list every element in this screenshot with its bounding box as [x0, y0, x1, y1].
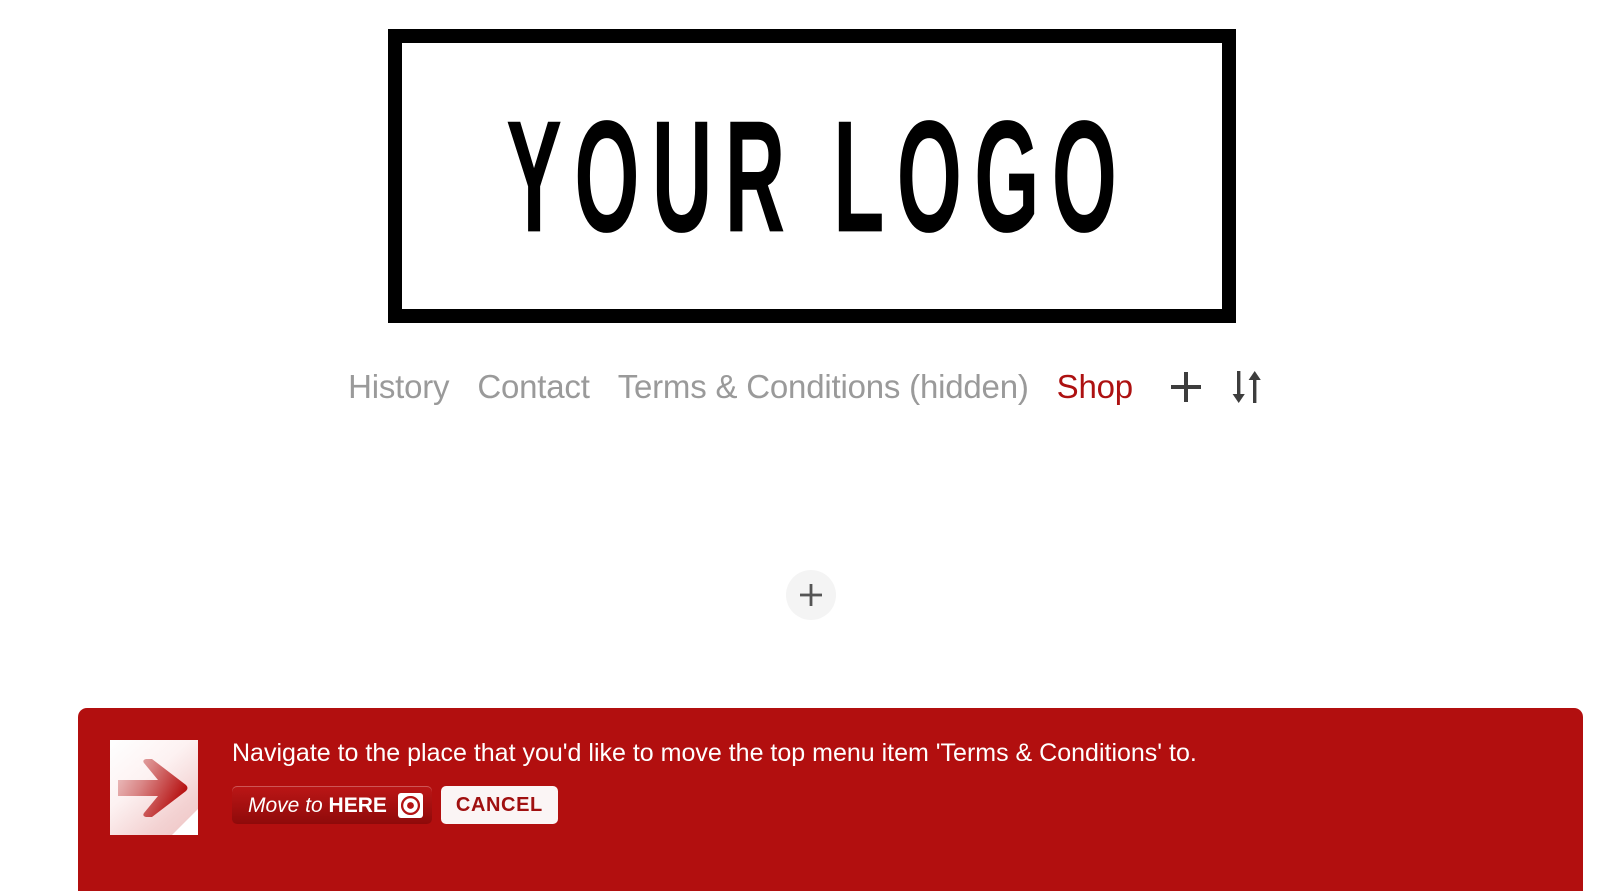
top-navigation: History Contact Terms & Conditions (hidd…: [0, 362, 1605, 412]
arrow-right-icon: [118, 759, 188, 817]
sort-up-down-icon[interactable]: [1225, 362, 1271, 412]
nav-item-contact[interactable]: Contact: [463, 362, 603, 412]
move-to-here-prefix: Move to: [248, 793, 323, 817]
target-icon: [397, 792, 423, 818]
move-document-arrow-icon: [110, 740, 198, 835]
nav-item-history[interactable]: History: [334, 362, 463, 412]
plus-icon: [800, 584, 822, 606]
move-menu-item-banner: Navigate to the place that you'd like to…: [78, 708, 1583, 891]
move-to-here-label: Move to HERE: [248, 795, 387, 816]
add-content-block-button[interactable]: [786, 570, 836, 620]
banner-body: Navigate to the place that you'd like to…: [232, 732, 1583, 824]
banner-message: Navigate to the place that you'd like to…: [232, 739, 1197, 767]
site-logo[interactable]: YOUR LOGO: [388, 29, 1236, 323]
move-to-here-button[interactable]: Move to HERE: [232, 786, 432, 824]
banner-actions: Move to HERE CANCEL: [232, 786, 1583, 824]
site-logo-text: YOUR LOGO: [506, 86, 1130, 266]
cancel-button[interactable]: CANCEL: [440, 786, 558, 824]
plus-icon[interactable]: [1163, 362, 1209, 412]
nav-list: History Contact Terms & Conditions (hidd…: [334, 362, 1271, 412]
nav-item-terms-and-conditions[interactable]: Terms & Conditions (hidden): [604, 362, 1043, 412]
move-to-here-emphasis: HERE: [328, 793, 387, 817]
nav-item-shop[interactable]: Shop: [1043, 362, 1147, 412]
